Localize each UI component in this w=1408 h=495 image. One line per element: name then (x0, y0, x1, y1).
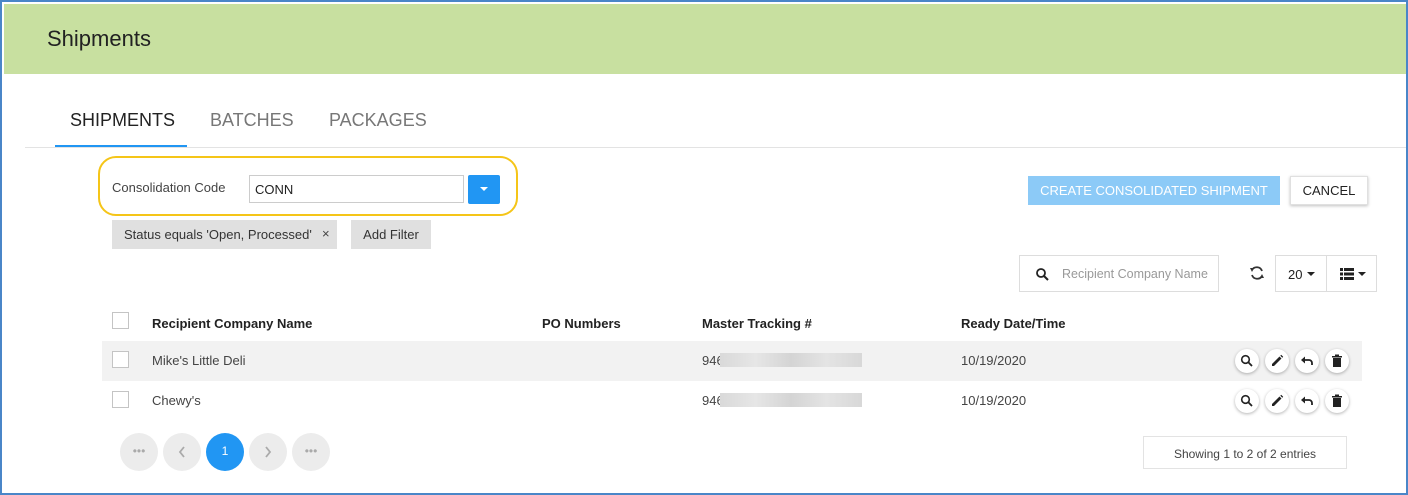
ready-date-cell: 10/19/2020 (961, 393, 1027, 408)
recipient-company-cell: Chewy's (152, 393, 201, 408)
page-1-button[interactable]: 1 (206, 433, 244, 471)
column-header-po-numbers[interactable]: PO Numbers (542, 316, 621, 331)
tab-batches[interactable]: BATCHES (210, 110, 294, 131)
undo-button[interactable] (1295, 389, 1319, 413)
view-button[interactable] (1235, 349, 1259, 373)
column-view-dropdown[interactable] (1326, 255, 1377, 292)
first-page-button[interactable]: ••• (120, 433, 158, 471)
refresh-icon[interactable] (1249, 265, 1265, 281)
delete-button[interactable] (1325, 389, 1349, 413)
recipient-company-cell: Mike's Little Deli (152, 353, 246, 368)
active-tab-indicator (55, 145, 187, 147)
trash-icon (1332, 394, 1342, 407)
ellipsis-icon: ••• (132, 444, 146, 458)
entries-info: Showing 1 to 2 of 2 entries (1143, 436, 1347, 469)
row-checkbox[interactable] (112, 351, 129, 368)
search-input[interactable] (1062, 264, 1217, 284)
table-row[interactable]: Mike's Little Deli 946 10/19/2020 (102, 341, 1362, 381)
column-header-recipient[interactable]: Recipient Company Name (152, 316, 312, 331)
last-page-button[interactable]: ••• (292, 433, 330, 471)
chevron-left-icon (178, 446, 185, 458)
undo-icon (1301, 356, 1313, 365)
current-page-number: 1 (221, 444, 229, 458)
caret-down-icon (480, 187, 488, 191)
add-filter-button[interactable]: Add Filter (351, 220, 431, 249)
cancel-button[interactable]: CANCEL (1290, 176, 1368, 205)
undo-icon (1301, 396, 1313, 405)
trash-icon (1332, 354, 1342, 367)
next-page-button[interactable] (249, 433, 287, 471)
search-icon (1036, 268, 1049, 281)
list-view-icon (1340, 268, 1354, 280)
view-button[interactable] (1235, 389, 1259, 413)
column-header-ready-date[interactable]: Ready Date/Time (961, 316, 1066, 331)
tab-bar: SHIPMENTS BATCHES PACKAGES (25, 100, 1406, 148)
entries-info-text: Showing 1 to 2 of 2 entries (1173, 447, 1317, 461)
page-size-value: 20 (1288, 267, 1303, 282)
row-checkbox[interactable] (112, 391, 129, 408)
page-size-dropdown[interactable]: 20 (1275, 255, 1327, 292)
app-window: Shipments SHIPMENTS BATCHES PACKAGES Con… (0, 0, 1408, 495)
undo-button[interactable] (1295, 349, 1319, 373)
pencil-icon (1272, 394, 1284, 406)
tab-packages[interactable]: PACKAGES (329, 110, 427, 131)
select-all-checkbox[interactable] (112, 312, 129, 329)
status-filter-chip: Status equals 'Open, Processed' × (112, 220, 337, 249)
search-icon (1240, 394, 1253, 407)
consolidation-code-input[interactable] (249, 175, 464, 203)
tab-shipments[interactable]: SHIPMENTS (70, 110, 175, 131)
page-header: Shipments (4, 4, 1406, 74)
pencil-icon (1272, 354, 1284, 366)
search-icon (1240, 354, 1253, 367)
edit-button[interactable] (1265, 349, 1289, 373)
remove-filter-icon[interactable]: × (322, 226, 330, 241)
redacted-tracking (720, 353, 862, 367)
consolidation-code-dropdown-button[interactable] (468, 175, 500, 204)
create-consolidated-shipment-button[interactable]: CREATE CONSOLIDATED SHIPMENT (1028, 176, 1280, 205)
table-row[interactable]: Chewy's 946 10/19/2020 (102, 381, 1362, 421)
prev-page-button[interactable] (163, 433, 201, 471)
redacted-tracking (720, 393, 862, 407)
consolidation-code-label: Consolidation Code (112, 180, 226, 195)
ellipsis-icon: ••• (304, 444, 318, 458)
filter-chip-label: Status equals 'Open, Processed' (124, 227, 312, 242)
delete-button[interactable] (1325, 349, 1349, 373)
edit-button[interactable] (1265, 389, 1289, 413)
caret-down-icon (1358, 272, 1366, 276)
chevron-right-icon (265, 446, 272, 458)
page-title: Shipments (47, 26, 151, 51)
caret-down-icon (1307, 272, 1315, 276)
ready-date-cell: 10/19/2020 (961, 353, 1027, 368)
search-box (1019, 255, 1219, 292)
column-header-master-tracking[interactable]: Master Tracking # (702, 316, 812, 331)
